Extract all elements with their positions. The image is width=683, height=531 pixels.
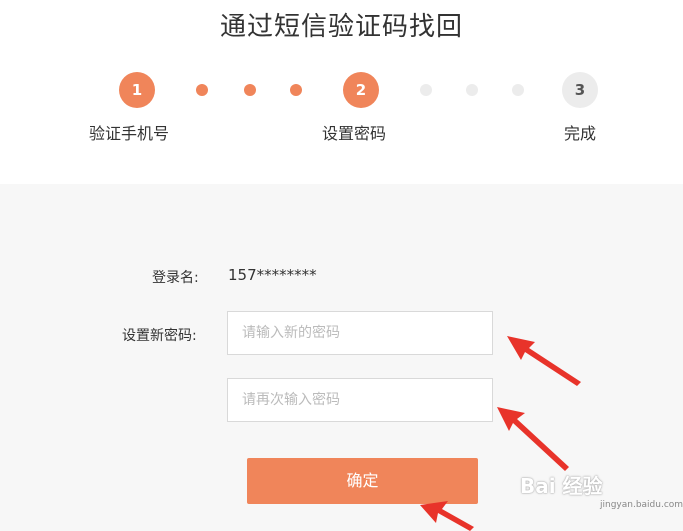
new-password-input[interactable]: 请输入新的密码	[227, 311, 493, 355]
progress-dot	[196, 84, 208, 96]
confirm-password-input[interactable]: 请再次输入密码	[227, 378, 493, 422]
watermark-logo: Bai 经验	[520, 474, 603, 498]
watermark-url: jingyan.baidu.com	[600, 500, 683, 510]
progress-dot-inactive	[512, 84, 524, 96]
new-password-label: 设置新密码:	[122, 328, 197, 344]
step-3-label: 完成	[564, 124, 597, 143]
progress-dot-inactive	[466, 84, 478, 96]
step-1-label: 验证手机号	[89, 124, 170, 143]
page-title: 通过短信验证码找回	[219, 12, 463, 42]
step-1-circle: 1	[119, 72, 155, 108]
header-area: 通过短信验证码找回 1 2 3 验证手机号 设置密码 完成	[0, 0, 683, 184]
progress-dot	[244, 84, 256, 96]
login-name-value: 157********	[228, 266, 317, 284]
red-arrow-icon	[497, 407, 569, 471]
red-arrow-icon	[420, 501, 474, 531]
red-arrow-icon	[507, 336, 581, 386]
login-name-label: 登录名:	[152, 270, 199, 286]
progress-dot	[290, 84, 302, 96]
step-2-label: 设置密码	[322, 124, 387, 143]
step-3-circle: 3	[562, 72, 598, 108]
step-2-circle: 2	[343, 72, 379, 108]
progress-dot-inactive	[420, 84, 432, 96]
